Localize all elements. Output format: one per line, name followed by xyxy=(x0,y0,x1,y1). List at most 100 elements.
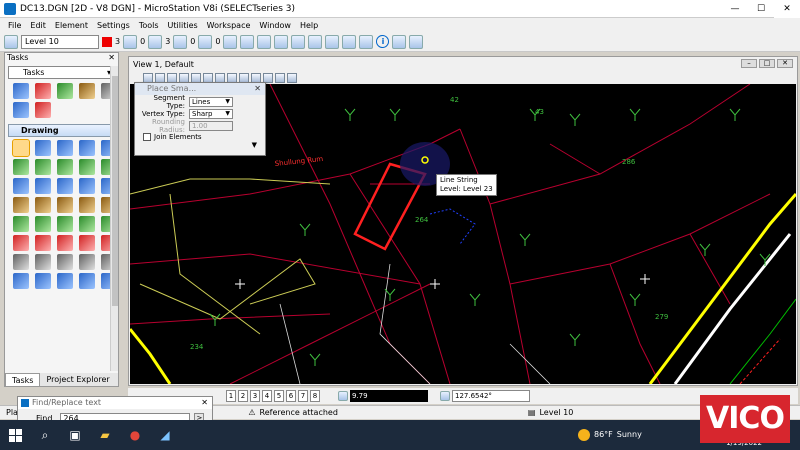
tasks-selector[interactable]: Tasks xyxy=(8,66,115,79)
select-element-icon[interactable] xyxy=(13,83,29,99)
construct-line-icon[interactable] xyxy=(35,159,51,175)
print-icon[interactable] xyxy=(409,34,424,49)
copy-icon[interactable] xyxy=(13,216,29,232)
place-text-icon[interactable] xyxy=(13,235,29,251)
segment-type-select[interactable]: Lines ▼ xyxy=(189,96,233,107)
menu-tools[interactable]: Tools xyxy=(139,21,159,30)
vertex-type-select[interactable]: Sharp ▼ xyxy=(189,108,233,119)
place-ellipse-icon[interactable] xyxy=(79,178,95,194)
drawing-section-header[interactable]: Drawing xyxy=(8,124,115,137)
place-arc-icon[interactable] xyxy=(57,140,73,156)
references-icon[interactable] xyxy=(325,34,340,49)
minimize-button[interactable]: — xyxy=(722,0,748,18)
menu-file[interactable]: File xyxy=(8,21,21,30)
menu-help[interactable]: Help xyxy=(300,21,318,30)
rounding-radius-input[interactable]: 1.00 xyxy=(189,120,233,131)
search-icon[interactable]: ⌕ xyxy=(30,420,60,450)
angle-field[interactable]: 127.6542° xyxy=(452,390,530,402)
trim-icon[interactable] xyxy=(57,197,73,213)
menu-window[interactable]: Window xyxy=(259,21,291,30)
tab-tasks[interactable]: Tasks xyxy=(5,373,41,386)
menu-element[interactable]: Element xyxy=(55,21,88,30)
place-stream-icon[interactable] xyxy=(13,159,29,175)
info-icon[interactable]: i xyxy=(376,35,390,48)
perpendicular-icon[interactable] xyxy=(79,159,95,175)
place-shape-icon[interactable] xyxy=(35,178,51,194)
tasks-scrollbar[interactable] xyxy=(110,66,118,371)
distance-field[interactable]: 9.79 xyxy=(350,390,428,402)
tab-project-explorer[interactable]: Project Explorer xyxy=(40,373,115,386)
copy-view-icon[interactable] xyxy=(275,72,285,83)
window-area-icon[interactable] xyxy=(203,72,213,83)
display-style-icon[interactable] xyxy=(155,72,165,83)
move-icon[interactable] xyxy=(35,216,51,232)
maximize-button[interactable]: ☐ xyxy=(748,0,774,18)
group-icon[interactable] xyxy=(13,102,29,118)
pattern-icon[interactable] xyxy=(57,254,73,270)
menu-utilities[interactable]: Utilities xyxy=(168,21,198,30)
browser-icon[interactable]: ● xyxy=(120,420,150,450)
zoom-out-icon[interactable] xyxy=(191,72,201,83)
dialog-close-icon[interactable]: ✕ xyxy=(254,83,261,95)
place-line-icon[interactable] xyxy=(35,140,51,156)
view-maximize-button[interactable]: □ xyxy=(759,59,775,68)
rotate-view-icon[interactable] xyxy=(227,72,237,83)
color-swatch-icon[interactable] xyxy=(102,36,112,47)
dialog-expand-icon[interactable]: ▼ xyxy=(252,141,257,149)
accudraw-icon[interactable] xyxy=(342,34,357,49)
raster-icon[interactable] xyxy=(291,34,306,49)
microstation-taskbar-icon[interactable]: ◢ xyxy=(150,420,180,450)
model-icon[interactable] xyxy=(308,34,323,49)
view-button-7[interactable]: 7 xyxy=(298,390,308,402)
delete-element-icon[interactable] xyxy=(35,83,51,99)
fillet-icon[interactable] xyxy=(13,197,29,213)
view-button-5[interactable]: 5 xyxy=(274,390,284,402)
view-previous-icon[interactable] xyxy=(251,72,261,83)
dimension-angle-icon[interactable] xyxy=(35,273,51,289)
view-button-1[interactable]: 1 xyxy=(226,390,236,402)
attributes-icon[interactable] xyxy=(79,83,95,99)
level-combo[interactable]: Level 10 xyxy=(21,34,99,49)
drop-icon[interactable] xyxy=(35,102,51,118)
scale-icon[interactable] xyxy=(57,216,73,232)
file-explorer-icon[interactable]: ▰ xyxy=(90,420,120,450)
start-button[interactable] xyxy=(0,420,30,450)
view-icon[interactable] xyxy=(274,34,289,49)
zoom-in-icon[interactable] xyxy=(179,72,189,83)
line-weight-icon[interactable] xyxy=(148,34,163,49)
pan-view-icon[interactable] xyxy=(239,72,249,83)
extend-icon[interactable] xyxy=(79,197,95,213)
view-button-2[interactable]: 2 xyxy=(238,390,248,402)
dimension-icon[interactable] xyxy=(13,273,29,289)
join-elements-checkbox[interactable] xyxy=(143,133,151,141)
place-point-icon[interactable] xyxy=(79,140,95,156)
help-icon[interactable] xyxy=(392,34,407,49)
update-view-icon[interactable] xyxy=(167,72,177,83)
line-style-icon[interactable] xyxy=(123,34,138,49)
place-smartline-icon[interactable] xyxy=(12,139,30,157)
view-button-8[interactable]: 8 xyxy=(310,390,320,402)
menu-workspace[interactable]: Workspace xyxy=(207,21,251,30)
task-view-icon[interactable]: ▣ xyxy=(60,420,90,450)
chamfer-icon[interactable] xyxy=(35,197,51,213)
fit-view-icon[interactable] xyxy=(215,72,225,83)
view-toggles-icon[interactable] xyxy=(287,72,297,83)
modify-icon[interactable] xyxy=(57,83,73,99)
find-close-icon[interactable]: ✕ xyxy=(201,397,208,409)
place-block-icon[interactable] xyxy=(13,178,29,194)
dimension-radial-icon[interactable] xyxy=(57,273,73,289)
edit-text-icon[interactable] xyxy=(35,235,51,251)
dimension-element-icon[interactable] xyxy=(79,273,95,289)
place-circle-icon[interactable] xyxy=(57,178,73,194)
tasks-scroll-thumb[interactable] xyxy=(112,76,118,306)
linear-pattern-icon[interactable] xyxy=(79,254,95,270)
level-manager-icon[interactable] xyxy=(4,34,18,49)
tasks-close-icon[interactable]: ✕ xyxy=(108,53,115,65)
view-close-button[interactable]: ✕ xyxy=(777,59,793,68)
measure-icon[interactable] xyxy=(257,34,272,49)
text-note-icon[interactable] xyxy=(57,235,73,251)
view-attributes-icon[interactable] xyxy=(143,72,153,83)
view-button-3[interactable]: 3 xyxy=(250,390,260,402)
element-selection-icon[interactable] xyxy=(223,34,238,49)
crosshatch-icon[interactable] xyxy=(35,254,51,270)
